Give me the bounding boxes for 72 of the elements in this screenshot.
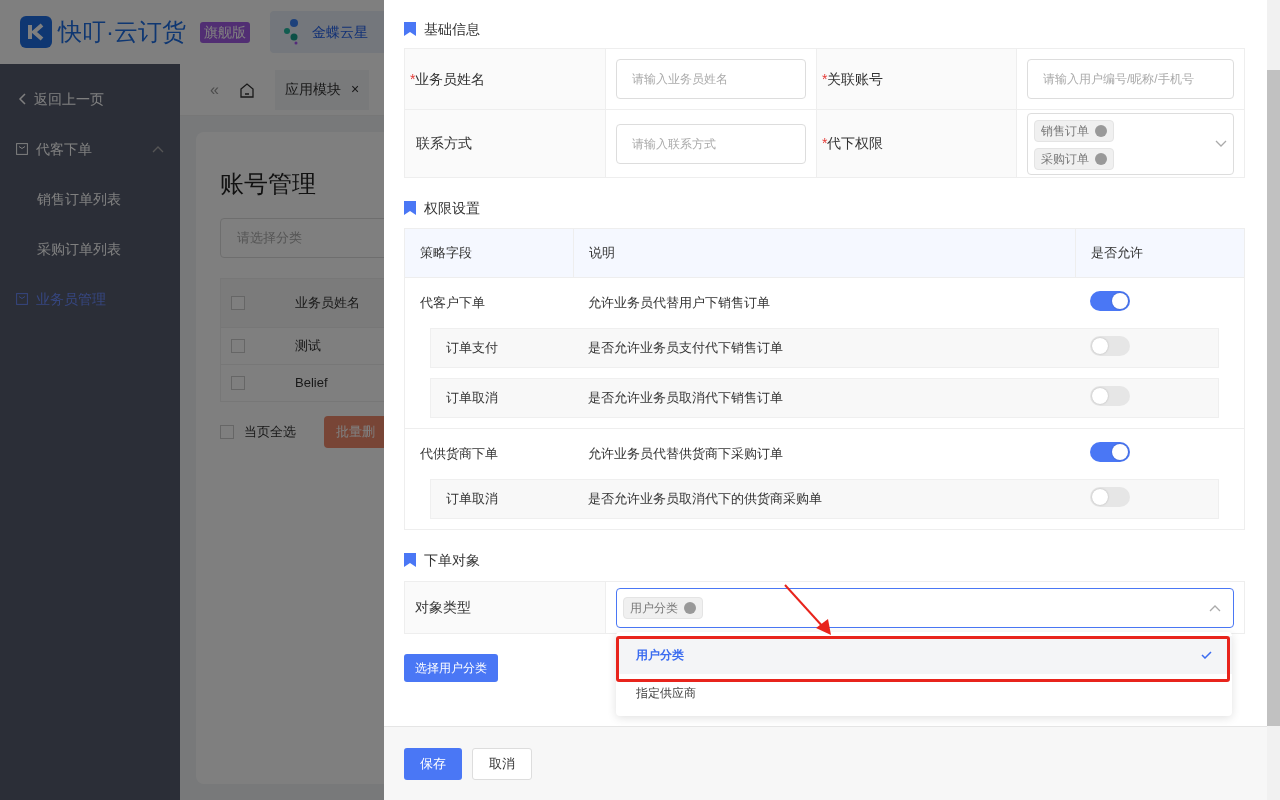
chevron-icon: [152, 145, 164, 153]
page-title: 账号管理: [220, 169, 317, 199]
policy-name: 代客户下单: [420, 295, 485, 311]
chevron-icon: [1215, 139, 1227, 148]
tag-close-icon[interactable]: [684, 601, 696, 614]
sidebar-subitem[interactable]: 采购订单列表: [0, 224, 180, 274]
column-header: 是否允许: [1091, 244, 1143, 263]
input-field[interactable]: 请输入联系方式: [616, 123, 806, 164]
bookmark-icon: [404, 201, 416, 215]
inbox-icon: [16, 143, 28, 155]
bookmark-icon: [404, 553, 416, 567]
annotation-arrow: [784, 584, 834, 636]
close-icon[interactable]: ×: [350, 79, 360, 100]
toggle-switch[interactable]: [1090, 442, 1130, 463]
section-title: 基础信息: [424, 19, 480, 39]
tag: 用户分类: [623, 596, 703, 619]
tag-close-icon[interactable]: [1095, 152, 1107, 165]
save-button[interactable]: 保存: [404, 747, 462, 780]
column-header: 说明: [589, 244, 615, 263]
table-cell-text: Belief: [295, 374, 328, 393]
policy-name: 订单支付: [446, 340, 498, 356]
toggle-switch[interactable]: [1090, 487, 1130, 508]
field-label: *关联账号: [822, 69, 884, 89]
select-category-button[interactable]: 选择用户分类: [404, 654, 498, 682]
table-cell-text: 测试: [295, 337, 321, 356]
section-title: 下单对象: [424, 550, 480, 570]
column-header: 业务员姓名: [295, 294, 360, 313]
cancel-button[interactable]: 取消: [472, 747, 532, 780]
policy-name: 订单取消: [446, 390, 498, 406]
toggle-switch[interactable]: [1090, 291, 1130, 312]
policy-description: 是否允许业务员取消代下销售订单: [588, 390, 783, 406]
policy-description: 是否允许业务员取消代下的供货商采购单: [588, 491, 822, 507]
checkbox[interactable]: [231, 339, 245, 353]
home-icon[interactable]: [238, 81, 255, 98]
checkbox[interactable]: [231, 296, 245, 310]
field-label: *代下权限: [822, 134, 884, 153]
collapse-icon[interactable]: «: [210, 77, 219, 102]
policy-name: 代供货商下单: [420, 446, 498, 462]
field-label: 联系方式: [415, 134, 472, 153]
logo-icon: [20, 16, 52, 48]
app-name: 快叮·云订货: [58, 17, 186, 47]
select-all-label: 当页全选: [244, 423, 296, 442]
field-label: 对象类型: [415, 598, 471, 617]
checkbox[interactable]: [231, 376, 245, 390]
input-field[interactable]: 请输入用户编号/昵称/手机号: [1027, 59, 1234, 99]
policy-name: 订单取消: [446, 491, 498, 507]
toggle-switch[interactable]: [1090, 386, 1130, 407]
policy-description: 是否允许业务员支付代下销售订单: [588, 340, 783, 356]
dropdown-option[interactable]: 指定供应商: [616, 674, 1232, 712]
column-header: 策略字段: [420, 244, 472, 263]
tag: 销售订单: [1034, 119, 1114, 142]
bookmark-icon: [404, 22, 416, 36]
tenant-name: 金蝶云星: [312, 22, 368, 42]
policy-description: 允许业务员代替用户下销售订单: [588, 295, 770, 311]
field-label: *业务员姓名: [410, 69, 486, 89]
type-select[interactable]: 用户分类: [616, 587, 1234, 628]
section-title: 权限设置: [424, 198, 480, 218]
check-icon: [1201, 651, 1212, 659]
sidebar-item[interactable]: 代客下单: [0, 124, 180, 174]
edition-badge: 旗舰版: [200, 21, 250, 43]
policy-description: 允许业务员代替供货商下采购订单: [588, 446, 783, 462]
toggle-switch[interactable]: [1090, 336, 1130, 357]
inbox-icon: [16, 293, 28, 305]
multi-select[interactable]: 销售订单 采购订单: [1027, 112, 1234, 175]
sidebar-subitem[interactable]: 销售订单列表: [0, 174, 180, 224]
tag: 采购订单: [1034, 147, 1114, 170]
back-link[interactable]: 返回上一页: [0, 74, 180, 124]
chevron-icon: [1209, 603, 1221, 612]
checkbox[interactable]: [220, 425, 234, 439]
page-tab[interactable]: 应用模块 ×: [274, 69, 370, 110]
tag-close-icon[interactable]: [1095, 124, 1107, 137]
input-field[interactable]: 请输入业务员姓名: [616, 59, 806, 99]
